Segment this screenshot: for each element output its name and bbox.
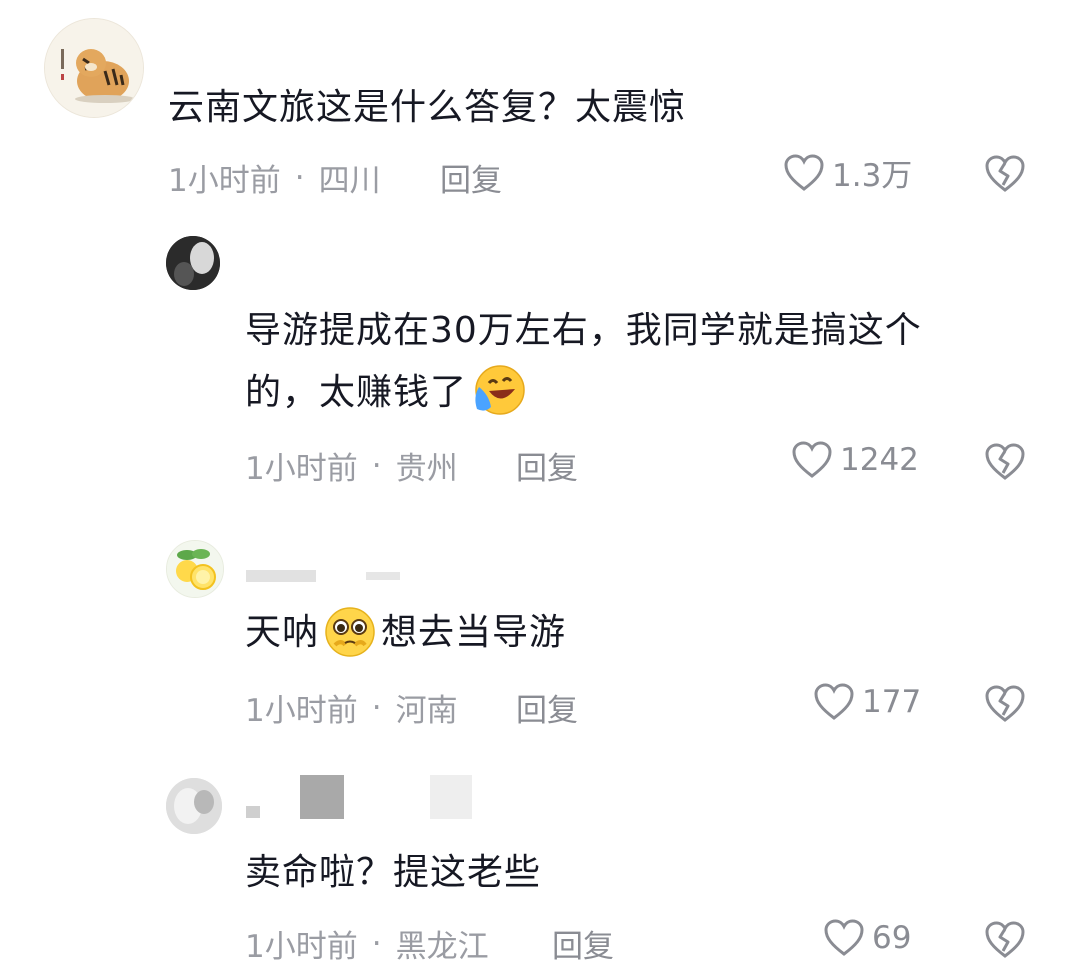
pleading-face-emoji bbox=[325, 607, 375, 657]
comment-text-line-2: 的，太赚钱了 bbox=[245, 364, 529, 423]
avatar[interactable] bbox=[166, 778, 222, 834]
meta-separator: · bbox=[371, 925, 382, 962]
reply-button[interactable]: 回复 bbox=[440, 155, 502, 200]
heart-outline-icon bbox=[824, 919, 864, 956]
comment-location: 黑龙江 bbox=[395, 929, 489, 965]
reply-button[interactable]: 回复 bbox=[516, 443, 578, 488]
broken-heart-icon bbox=[985, 685, 1025, 722]
comment-time: 1小时前 bbox=[168, 163, 281, 199]
comment-meta: 1小时前 · 河南 bbox=[245, 685, 458, 730]
broken-heart-icon bbox=[985, 921, 1025, 958]
avatar[interactable] bbox=[166, 540, 224, 598]
tiger-painting-icon bbox=[45, 19, 143, 117]
like-button[interactable]: 1.3万 bbox=[782, 150, 912, 195]
heart-outline-icon bbox=[784, 153, 824, 191]
avatar[interactable] bbox=[44, 18, 144, 118]
comment-time: 1小时前 bbox=[245, 451, 358, 487]
comment-text: 云南文旅这是什么答复？太震惊 bbox=[168, 87, 687, 128]
heart-outline-icon bbox=[814, 683, 854, 720]
dislike-button[interactable] bbox=[983, 918, 1027, 966]
like-count: 177 bbox=[862, 684, 922, 720]
laughing-tears-emoji bbox=[475, 365, 525, 415]
comment-text: 的，太赚钱了 bbox=[245, 372, 468, 413]
like-button[interactable]: 1242 bbox=[790, 438, 919, 482]
comment-meta: 1小时前 · 四川 bbox=[168, 155, 381, 200]
broken-heart-icon bbox=[985, 443, 1025, 480]
like-count: 69 bbox=[872, 920, 912, 956]
lemon-icon bbox=[167, 541, 223, 597]
comment-time: 1小时前 bbox=[245, 929, 358, 965]
like-button[interactable]: 177 bbox=[812, 680, 921, 724]
username-placeholder bbox=[300, 775, 344, 819]
broken-heart-icon bbox=[985, 155, 1025, 192]
profile-photo-icon bbox=[166, 778, 222, 834]
comment-location: 贵州 bbox=[395, 451, 458, 487]
username-placeholder bbox=[246, 806, 260, 818]
comment-text: 卖命啦？提这老些 bbox=[245, 852, 542, 893]
reply-button[interactable]: 回复 bbox=[552, 921, 614, 966]
comment-time: 1小时前 bbox=[245, 693, 358, 729]
comment-text-line-1: 导游提成在30万左右，我同学就是搞这个 bbox=[245, 310, 922, 351]
dislike-button[interactable] bbox=[983, 682, 1027, 730]
like-button[interactable]: 69 bbox=[822, 916, 911, 960]
meta-separator: · bbox=[294, 159, 305, 196]
profile-photo-icon bbox=[166, 236, 220, 290]
meta-separator: · bbox=[371, 447, 382, 484]
comment-text-part: 天呐 bbox=[245, 612, 320, 653]
heart-outline-icon bbox=[792, 441, 832, 478]
like-count: 1242 bbox=[840, 442, 919, 478]
comment-location: 四川 bbox=[318, 163, 381, 199]
username-placeholder bbox=[246, 570, 316, 582]
username-placeholder bbox=[366, 572, 400, 580]
comment-meta: 1小时前 · 黑龙江 bbox=[245, 921, 489, 966]
reply-button[interactable]: 回复 bbox=[516, 685, 578, 730]
comment-location: 河南 bbox=[395, 693, 458, 729]
comment-meta: 1小时前 · 贵州 bbox=[245, 443, 458, 488]
comment-text-part: 想去当导游 bbox=[381, 612, 567, 653]
avatar[interactable] bbox=[166, 236, 220, 290]
username-placeholder bbox=[430, 775, 472, 819]
dislike-button[interactable] bbox=[983, 440, 1027, 488]
like-count: 1.3万 bbox=[832, 158, 913, 194]
dislike-button[interactable] bbox=[983, 152, 1027, 200]
comment-text: 天呐 想去当导游 bbox=[245, 604, 566, 663]
meta-separator: · bbox=[371, 689, 382, 726]
